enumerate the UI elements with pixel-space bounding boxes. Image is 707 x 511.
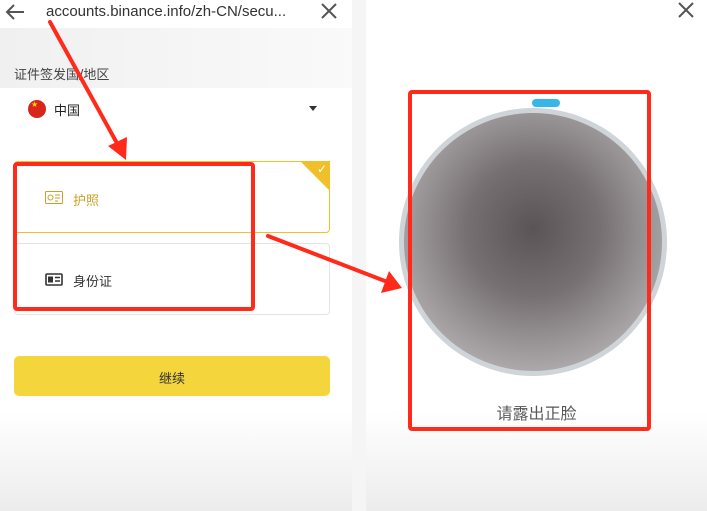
continue-label: 继续: [158, 371, 185, 386]
passport-option[interactable]: ✓ 护照: [14, 161, 330, 233]
back-arrow-icon[interactable]: [4, 2, 26, 22]
flag-icon: [28, 100, 46, 118]
panel-divider: [352, 0, 366, 511]
passport-icon: [45, 191, 63, 204]
country-select[interactable]: 中国: [28, 97, 328, 123]
face-scan-ring: [399, 108, 667, 376]
browser-top-bar: accounts.binance.info/zh-CN/secu...: [0, 0, 352, 26]
section-label: 证件签发国/地区: [14, 68, 110, 83]
selected-check-corner: ✓: [300, 161, 330, 191]
id-card-icon: [45, 273, 63, 286]
document-selection-screen: accounts.binance.info/zh-CN/secu... 证件签发…: [0, 0, 352, 511]
face-scan-screen: 请露出正脸: [366, 0, 707, 511]
url-text: accounts.binance.info/zh-CN/secu...: [46, 3, 287, 20]
id-card-label: 身份证: [73, 275, 113, 290]
caret-down-icon: [309, 106, 317, 111]
bottom-fade: [0, 411, 352, 511]
continue-button[interactable]: 继续: [14, 356, 330, 396]
country-name: 中国: [54, 104, 81, 119]
id-card-option[interactable]: 身份证: [14, 243, 330, 315]
close-icon[interactable]: [676, 0, 696, 20]
bottom-fade: [366, 411, 707, 511]
scan-progress-indicator: [532, 99, 560, 107]
close-icon[interactable]: [319, 1, 339, 21]
check-icon: ✓: [316, 162, 327, 176]
passport-label: 护照: [73, 194, 100, 209]
face-camera-preview: [404, 113, 662, 371]
